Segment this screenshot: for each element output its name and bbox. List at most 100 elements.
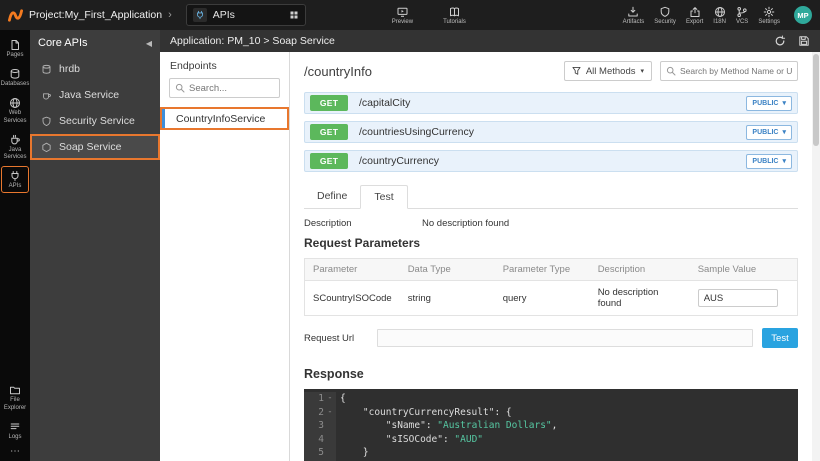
line-number: 3 [304,419,324,433]
description-label: Description [304,218,422,229]
settings-button[interactable]: Settings [758,6,780,25]
top-bar: Project:My_First_Application › APIs Prev… [0,0,820,30]
settings-label: Settings [758,19,780,25]
method-badge: GET [310,95,348,111]
methods-filter-dropdown[interactable]: All Methods ▾ [564,61,652,81]
visibility-label: PUBLIC [752,129,778,136]
collapse-panel-icon[interactable]: ◀ [146,39,152,48]
fold-icon[interactable]: - [324,406,336,420]
git-branch-icon [736,6,748,18]
gear-icon [763,6,775,18]
artifacts-button[interactable]: Artifacts [623,6,645,25]
page-title: /countryInfo [304,64,556,79]
pages-icon [9,39,21,51]
artifacts-label: Artifacts [623,19,645,25]
shield-icon [659,6,671,18]
more-icon[interactable]: ⋯ [10,446,20,458]
request-parameters-table: Parameter Data Type Parameter Type Descr… [304,258,798,316]
chevron-down-icon: ▾ [782,128,786,136]
tab-test[interactable]: Test [360,185,407,209]
endpoint-row[interactable]: GET /capitalCity PUBLIC ▾ [304,92,798,114]
rail-item-file-explorer[interactable]: File Explorer [1,380,29,414]
sidebar-item-java-service[interactable]: Java Service [30,82,160,108]
method-badge: GET [310,124,348,140]
endpoints-search-input[interactable] [189,83,274,94]
globe-icon [714,6,726,18]
cell-data-type: string [400,281,495,316]
export-icon [689,6,701,18]
shield-icon [41,116,52,127]
preview-button[interactable]: Preview [392,6,413,25]
java-cup-icon [41,90,52,101]
save-icon[interactable] [798,35,810,47]
fold-spacer [324,446,336,460]
rail-item-databases[interactable]: Databases [1,64,29,91]
endpoint-row[interactable]: GET /countriesUsingCurrency PUBLIC ▾ [304,121,798,143]
project-name[interactable]: Project:My_First_Application [29,9,162,21]
rail-label: Java Services [2,147,28,161]
core-apis-panel: Core APIs ◀ hrdb Java Service Security S… [30,30,160,461]
database-icon [9,68,21,80]
table-row: SCountryISOCode string query No descript… [305,281,798,316]
cell-sample-value [690,281,798,316]
endpoint-row[interactable]: GET /countryCurrency PUBLIC ▾ [304,150,798,172]
visibility-dropdown[interactable]: PUBLIC ▾ [746,96,792,111]
rail-item-java-services[interactable]: Java Services [1,130,29,164]
request-url-input[interactable] [377,329,753,347]
service-item-countryinfoservice[interactable]: CountryInfoService [160,107,289,130]
method-search[interactable] [660,61,798,81]
visibility-dropdown[interactable]: PUBLIC ▾ [746,154,792,169]
col-parameter: Parameter [305,259,400,281]
plug-icon [9,170,21,182]
rail-label: Logs [8,434,21,441]
line-number: 1 [304,392,324,406]
sidebar-item-soap-service[interactable]: Soap Service [30,134,160,160]
workspace-selector[interactable]: APIs [186,4,306,26]
rail-item-web-services[interactable]: Web Services [1,93,29,127]
avatar[interactable]: MP [794,6,812,24]
refresh-icon[interactable] [774,35,786,47]
vcs-button[interactable]: VCS [736,6,748,25]
col-data-type: Data Type [400,259,495,281]
vertical-scrollbar[interactable] [812,52,820,461]
grid-icon[interactable] [289,10,299,20]
i18n-button[interactable]: I18N [713,6,726,25]
sidebar-item-hrdb[interactable]: hrdb [30,56,160,82]
line-number: 2 [304,406,324,420]
fold-icon[interactable]: - [324,392,336,406]
brand: Project:My_First_Application › [8,8,172,23]
topbar-right-actions: Artifacts Security Export I18N [623,6,812,25]
workspace-label: APIs [213,9,235,21]
i18n-label: I18N [713,19,726,25]
scrollbar-thumb[interactable] [813,54,819,146]
cell-parameter: SCountryISOCode [305,281,400,316]
rail-item-logs[interactable]: Logs [1,417,29,444]
chevron-right-icon: › [168,9,172,21]
rail-item-pages[interactable]: Pages [1,35,29,62]
endpoints-panel: Endpoints CountryInfoService [160,52,290,461]
tutorials-button[interactable]: Tutorials [443,6,466,25]
sidebar-item-label: Security Service [59,115,135,127]
method-search-input[interactable] [680,66,792,76]
response-title: Response [304,367,798,381]
security-button[interactable]: Security [654,6,676,25]
response-editor[interactable]: 1-{2- "countryCurrencyResult": {3 "sName… [304,389,798,461]
endpoints-search[interactable] [169,78,280,98]
chevron-down-icon: ▾ [782,157,786,165]
code-line: 4 "sISOCode": "AUD" [304,433,798,447]
export-label: Export [686,19,703,25]
globe-icon [9,97,21,109]
methods-filter-label: All Methods [586,66,636,77]
visibility-dropdown[interactable]: PUBLIC ▾ [746,125,792,140]
sidebar-item-security-service[interactable]: Security Service [30,108,160,134]
tab-define[interactable]: Define [304,185,360,208]
rail-item-apis[interactable]: APIs [1,166,29,193]
hexagon-icon [41,142,52,153]
sample-value-input[interactable] [698,289,778,307]
wavemaker-logo-icon [8,8,23,23]
test-button[interactable]: Test [762,328,798,348]
endpoints-title: Endpoints [160,52,289,78]
export-button[interactable]: Export [686,6,703,25]
header-icons [774,35,810,47]
cell-parameter-type: query [495,281,590,316]
